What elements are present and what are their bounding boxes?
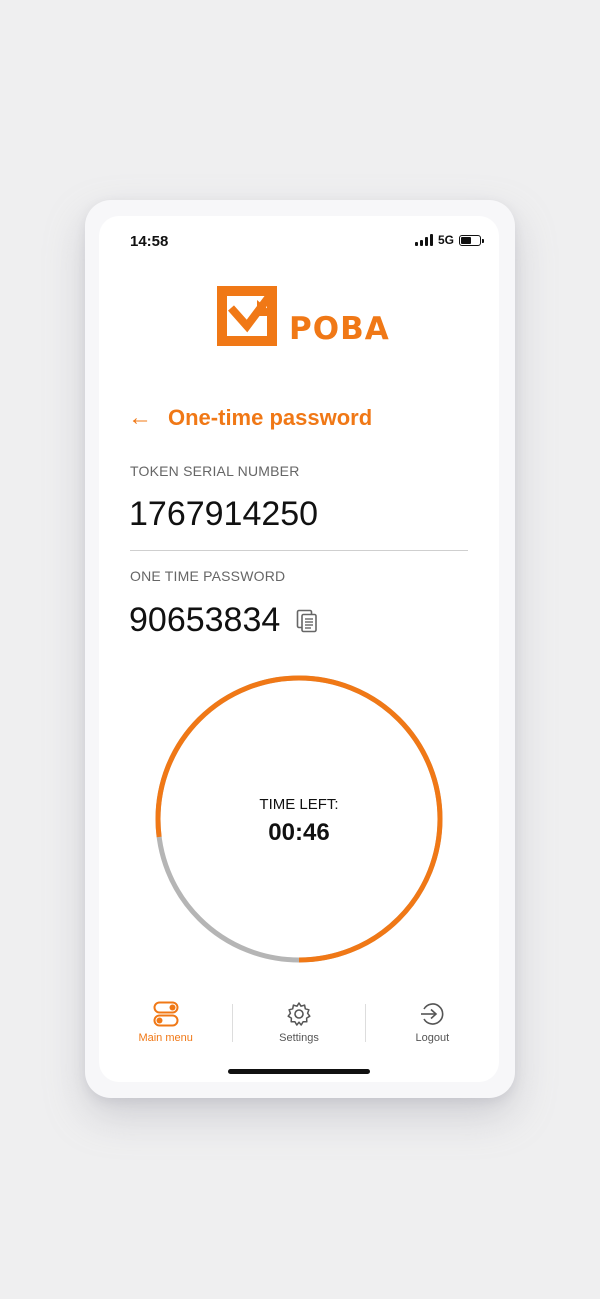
gear-icon — [287, 1002, 311, 1026]
logo-text: POBA — [289, 311, 390, 347]
status-icons: 5G — [414, 233, 484, 247]
toggles-icon — [153, 1001, 179, 1027]
battery-icon — [459, 234, 484, 246]
divider — [130, 550, 468, 551]
poba-logo: POBA — [217, 286, 390, 346]
otp-row: 90653834 — [129, 601, 318, 640]
poba-logo-icon — [217, 286, 277, 346]
bottom-nav: Main menu Settings Logout — [99, 1001, 499, 1051]
nav-main-menu[interactable]: Main menu — [99, 1001, 232, 1051]
app-screen: 14:58 5G POBA ← One-time password TOKEN … — [99, 216, 499, 1082]
nav-settings-label: Settings — [279, 1032, 319, 1044]
page-title: One-time password — [168, 405, 373, 430]
copy-icon[interactable] — [296, 609, 318, 633]
status-time: 14:58 — [130, 233, 169, 250]
otp-label: ONE TIME PASSWORD — [130, 568, 286, 584]
nav-settings[interactable]: Settings — [232, 1001, 365, 1051]
network-type: 5G — [437, 233, 454, 247]
token-serial-value: 1767914250 — [129, 495, 319, 533]
home-indicator[interactable] — [228, 1069, 370, 1074]
nav-logout-label: Logout — [415, 1032, 450, 1044]
nav-main-menu-label: Main menu — [138, 1032, 193, 1044]
time-left-value: 00:46 — [268, 819, 330, 846]
token-serial-label: TOKEN SERIAL NUMBER — [130, 463, 300, 479]
time-left-label: TIME LEFT: — [259, 796, 339, 813]
signal-icon — [414, 234, 433, 246]
page-header: ← One-time password — [128, 405, 372, 431]
timer-ring: TIME LEFT: 00:46 — [154, 674, 444, 964]
logout-icon — [421, 1003, 444, 1025]
nav-logout[interactable]: Logout — [366, 1001, 499, 1051]
back-arrow-icon[interactable]: ← — [128, 406, 152, 430]
otp-value: 90653834 — [129, 601, 281, 639]
